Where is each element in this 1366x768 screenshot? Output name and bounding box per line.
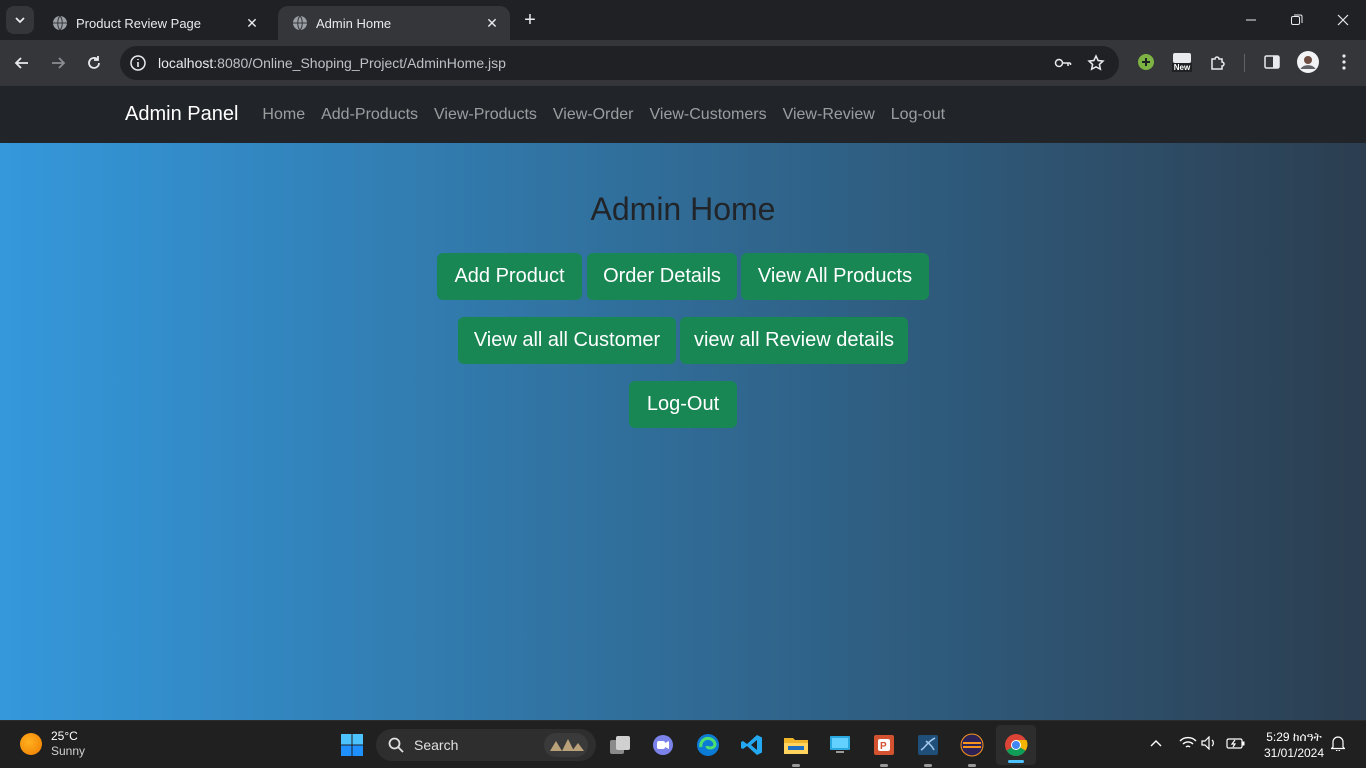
extensions-puzzle-icon[interactable] (1206, 50, 1230, 74)
clock-time: 5:29 ከሰዓት (1266, 730, 1322, 744)
address-bar[interactable]: localhost:8080/Online_Shoping_Project/Ad… (120, 46, 1119, 80)
search-highlight-icon (544, 733, 588, 757)
admin-navbar: Admin Panel Home Add-Products View-Produ… (0, 86, 1366, 143)
weather-widget[interactable]: 25°C Sunny (20, 729, 85, 759)
mysql-workbench-icon[interactable] (912, 729, 944, 767)
clock-date: 31/01/2024 (1263, 746, 1325, 760)
wifi-icon[interactable] (1178, 733, 1198, 753)
nav-link-view-review[interactable]: View-Review (783, 106, 875, 124)
window-close-icon[interactable] (1320, 0, 1366, 40)
tab-title: Admin Home (316, 15, 392, 31)
weather-temp: 25°C (51, 729, 78, 743)
tab-strip: Product Review Page ✕ Admin Home ✕ + (0, 0, 1366, 40)
sun-icon (20, 733, 42, 755)
tab-search-icon[interactable] (6, 6, 34, 34)
file-explorer-icon[interactable] (780, 729, 812, 767)
toolbar-divider (1244, 54, 1245, 72)
chat-icon[interactable] (647, 729, 679, 761)
taskbar-search[interactable]: Search (376, 729, 596, 761)
url-path: :8080/Online_Shoping_Project/AdminHome.j… (213, 55, 506, 71)
chevron-up-icon[interactable] (1146, 733, 1166, 753)
globe-icon (53, 15, 67, 31)
weather-desc: Sunny (51, 744, 86, 758)
menu-kebab-icon[interactable] (1332, 50, 1356, 74)
windows-taskbar: 25°C Sunny Search P 5:29 ከሰዓት 31/01/2024 (0, 720, 1366, 768)
windows-start-icon[interactable] (336, 729, 368, 761)
url-text: localhost:8080/Online_Shoping_Project/Ad… (158, 55, 506, 71)
running-indicator (792, 764, 800, 767)
add-product-button[interactable]: Add Product (437, 253, 582, 300)
nav-link-view-products[interactable]: View-Products (434, 106, 537, 124)
back-icon[interactable] (8, 49, 36, 77)
task-view-icon[interactable] (604, 729, 636, 761)
tab-product-review[interactable]: Product Review Page ✕ (38, 6, 270, 40)
volume-icon[interactable] (1200, 733, 1220, 753)
nav-link-add-products[interactable]: Add-Products (321, 106, 418, 124)
site-info-icon[interactable] (129, 54, 147, 72)
profile-avatar[interactable] (1296, 50, 1320, 74)
eclipse-icon[interactable] (956, 729, 988, 767)
star-icon[interactable] (1087, 54, 1105, 72)
order-details-button[interactable]: Order Details (587, 253, 737, 300)
tab-title: Product Review Page (76, 15, 202, 31)
search-icon (388, 737, 404, 753)
tab-admin-home[interactable]: Admin Home ✕ (278, 6, 510, 40)
globe-icon (293, 15, 307, 31)
view-all-products-button[interactable]: View All Products (741, 253, 929, 300)
extension-plus-icon[interactable] (1134, 50, 1158, 74)
page-viewport: Admin Panel Home Add-Products View-Produ… (0, 86, 1366, 720)
side-panel-icon[interactable] (1260, 50, 1284, 74)
nav-link-log-out[interactable]: Log-out (891, 106, 945, 124)
running-indicator (924, 764, 932, 767)
nav-link-home[interactable]: Home (262, 106, 305, 124)
forward-icon[interactable] (44, 49, 72, 77)
nav-link-view-customers[interactable]: View-Customers (650, 106, 767, 124)
chrome-icon[interactable] (1000, 729, 1032, 761)
battery-icon[interactable] (1226, 733, 1246, 753)
close-icon[interactable]: ✕ (484, 15, 500, 31)
close-icon[interactable]: ✕ (244, 15, 260, 31)
remote-desktop-icon[interactable] (824, 729, 856, 761)
page-title: Admin Home (590, 191, 776, 227)
system-clock[interactable]: 5:29 ከሰዓት 31/01/2024 (1254, 729, 1334, 761)
url-host: localhost (158, 55, 214, 71)
powerpoint-icon[interactable]: P (868, 729, 900, 767)
restore-icon[interactable] (1274, 0, 1320, 40)
log-out-button[interactable]: Log-Out (629, 381, 737, 428)
extension-badge: New (1171, 62, 1193, 72)
extension-new-icon[interactable]: New (1170, 50, 1194, 74)
key-icon[interactable] (1054, 54, 1072, 72)
minimize-icon[interactable] (1228, 0, 1274, 40)
new-tab-icon[interactable]: + (518, 8, 542, 32)
svg-text:P: P (880, 741, 887, 752)
edge-icon[interactable] (692, 729, 724, 761)
notification-bell-icon[interactable] (1328, 733, 1348, 753)
running-indicator (968, 764, 976, 767)
nav-link-view-order[interactable]: View-Order (553, 106, 634, 124)
view-all-review-details-button[interactable]: view all Review details (680, 317, 908, 364)
view-all-customer-button[interactable]: View all all Customer (458, 317, 676, 364)
navbar-brand[interactable]: Admin Panel (125, 103, 238, 126)
active-app-indicator (1008, 760, 1024, 763)
reload-icon[interactable] (80, 49, 108, 77)
search-label: Search (414, 737, 459, 753)
running-indicator (880, 764, 888, 767)
vscode-icon[interactable] (736, 729, 768, 761)
browser-toolbar: localhost:8080/Online_Shoping_Project/Ad… (0, 40, 1366, 86)
